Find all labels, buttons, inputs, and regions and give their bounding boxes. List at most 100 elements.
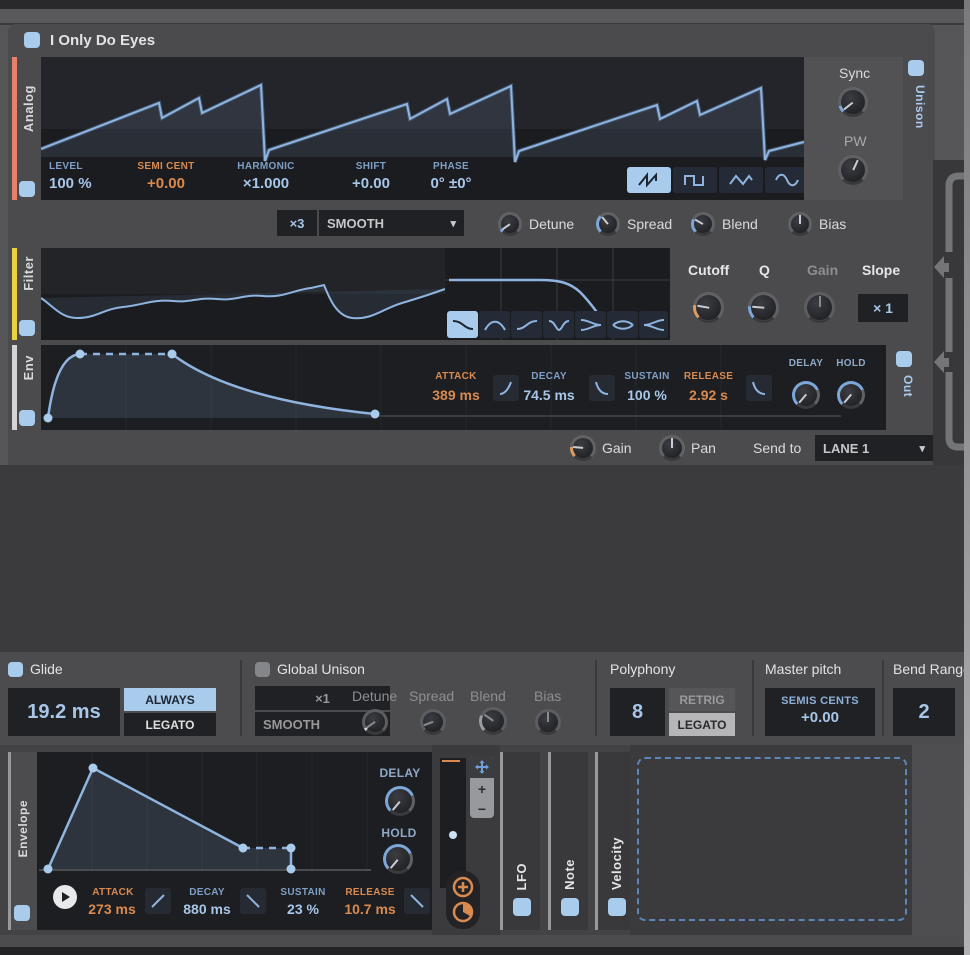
out-column[interactable]: Out [892, 345, 924, 430]
gu-detune-knob[interactable] [362, 709, 388, 735]
pw-knob[interactable] [838, 155, 868, 185]
filter-type-peak[interactable] [607, 311, 638, 338]
note-enable-checkbox[interactable] [561, 898, 579, 916]
env-delay-knob[interactable] [792, 381, 820, 409]
q-knob[interactable] [748, 292, 779, 323]
glide-mode-always[interactable]: ALWAYS [124, 688, 216, 711]
env-release-curve-box[interactable] [746, 375, 772, 401]
menv-sustain-value[interactable]: 23 % [275, 901, 331, 917]
filter-type-notch[interactable] [543, 311, 574, 338]
slope-value-box[interactable]: × 1 [858, 294, 908, 322]
add-modulator-icon[interactable] [451, 875, 475, 899]
detune-knob[interactable] [498, 212, 522, 236]
envelope-display[interactable]: DELAY HOLD ATTACK 273 ms DECAY 880 ms SU… [37, 752, 435, 930]
filter-type-bandstop[interactable] [575, 311, 606, 338]
filter-type-bandpass[interactable] [479, 311, 510, 338]
empty-lane-area[interactable] [0, 465, 964, 652]
output-pan-knob[interactable] [659, 435, 685, 461]
polyphony-mode-legato[interactable]: LEGATO [669, 713, 735, 736]
lfo-enable-checkbox[interactable] [513, 898, 531, 916]
bias-knob[interactable] [788, 212, 812, 236]
pan-tool-button[interactable] [470, 756, 494, 778]
modulator-tab-note[interactable]: Note [548, 752, 588, 930]
filter-label-column[interactable]: Filter [17, 248, 41, 340]
envelope-play-icon[interactable] [53, 885, 77, 909]
analog-wave-display: LEVEL 100 % SEMI CENT +0.00 HARMONIC ×1.… [41, 57, 804, 200]
polyphony-value-box[interactable]: 8 [610, 688, 665, 736]
out-enable-checkbox[interactable] [896, 351, 912, 367]
master-pitch-value: +0.00 [801, 709, 839, 726]
gu-blend-knob[interactable] [479, 707, 507, 735]
env-label-column[interactable]: Env [17, 345, 41, 430]
env-enable-checkbox[interactable] [19, 410, 35, 426]
master-pitch-box[interactable]: SEMIS CENTS +0.00 [765, 688, 875, 736]
modulator-tab-velocity[interactable]: Velocity [595, 752, 635, 930]
menv-attack-value[interactable]: 273 ms [81, 901, 143, 917]
unison-column[interactable]: Unison [903, 57, 935, 200]
analog-label: Analog [21, 85, 36, 133]
menv-decay-curve-box[interactable] [240, 888, 266, 914]
sync-knob[interactable] [838, 87, 868, 117]
filter-type-highpass[interactable] [511, 311, 542, 338]
sine-icon [775, 173, 799, 187]
velocity-enable-checkbox[interactable] [608, 898, 626, 916]
spread-knob[interactable] [596, 212, 620, 236]
modulator-tab-lfo[interactable]: LFO [500, 752, 540, 930]
wave-button-pulse[interactable] [673, 167, 717, 193]
release-line-icon [410, 894, 424, 908]
gu-spread-knob[interactable] [420, 709, 446, 735]
cutoff-label: Cutoff [688, 262, 730, 278]
wave-button-sine[interactable] [765, 167, 804, 193]
menv-attack-curve-box[interactable] [145, 888, 171, 914]
glide-value-box[interactable]: 19.2 ms [8, 688, 120, 736]
env-decay-value[interactable]: 74.5 ms [509, 387, 589, 403]
zoom-in-button[interactable]: + [470, 779, 494, 798]
peak-icon [611, 319, 634, 330]
env-attack-value[interactable]: 389 ms [421, 387, 491, 403]
env-release-value[interactable]: 2.92 s [671, 387, 746, 403]
menv-decay-value[interactable]: 880 ms [176, 901, 238, 917]
global-unison-checkbox[interactable] [255, 662, 270, 677]
envelope-enable-checkbox[interactable] [14, 905, 30, 921]
wave-button-saw-sync[interactable] [627, 167, 671, 193]
envelope-delay-knob[interactable] [385, 786, 415, 816]
bend-range-value-box[interactable]: 2 [893, 688, 955, 736]
send-to-dropdown[interactable]: LANE 1 ▾ [815, 435, 933, 461]
blend-label: Blend [722, 216, 758, 232]
filter-enable-checkbox[interactable] [19, 320, 35, 336]
envelope-hold-knob[interactable] [383, 844, 413, 874]
analog-semicent-value[interactable]: +0.00 [111, 175, 221, 192]
send-to-value: LANE 1 [823, 440, 870, 456]
unison-enable-checkbox[interactable] [908, 60, 924, 76]
analog-level-value[interactable]: 100 % [49, 175, 119, 192]
glide-enable-checkbox[interactable] [8, 662, 23, 677]
allpass-icon [643, 318, 664, 331]
analog-label-column[interactable]: Analog [17, 57, 41, 200]
zoom-out-button[interactable]: − [470, 799, 494, 818]
rate-clock-icon[interactable] [451, 900, 475, 924]
mod-minimap[interactable] [440, 758, 466, 888]
menv-release-value[interactable]: 10.7 ms [337, 901, 403, 917]
glide-mode-legato[interactable]: LEGATO [124, 713, 216, 736]
gu-bias-knob[interactable] [535, 709, 561, 735]
filter-response-display[interactable] [445, 248, 670, 340]
analog-harmonic-value[interactable]: ×1.000 [211, 175, 321, 192]
polyphony-mode-retrig[interactable]: RETRIG [669, 688, 735, 711]
filter-gain-knob[interactable] [804, 292, 835, 323]
modulator-dropzone[interactable] [637, 757, 907, 921]
menv-release-curve-box[interactable] [404, 888, 430, 914]
env-display[interactable]: ATTACK 389 ms DECAY 74.5 ms SUSTAIN 100 … [41, 345, 886, 430]
filter-type-allpass[interactable] [639, 311, 668, 338]
analog-enable-checkbox[interactable] [19, 181, 35, 197]
preset-enable-checkbox[interactable] [24, 32, 40, 48]
analog-phase-value[interactable]: 0° ±0° [401, 175, 501, 192]
filter-type-lowpass[interactable] [447, 311, 478, 338]
output-gain-knob[interactable] [570, 435, 596, 461]
env-hold-knob[interactable] [837, 381, 865, 409]
cutoff-knob[interactable] [693, 292, 724, 323]
envelope-module-label: Envelope [16, 800, 30, 858]
unison-voices-box[interactable]: ×3 [277, 210, 317, 236]
unison-mode-dropdown[interactable]: SMOOTH ▾ [319, 210, 464, 236]
blend-knob[interactable] [691, 212, 715, 236]
wave-button-triangle[interactable] [719, 167, 763, 193]
